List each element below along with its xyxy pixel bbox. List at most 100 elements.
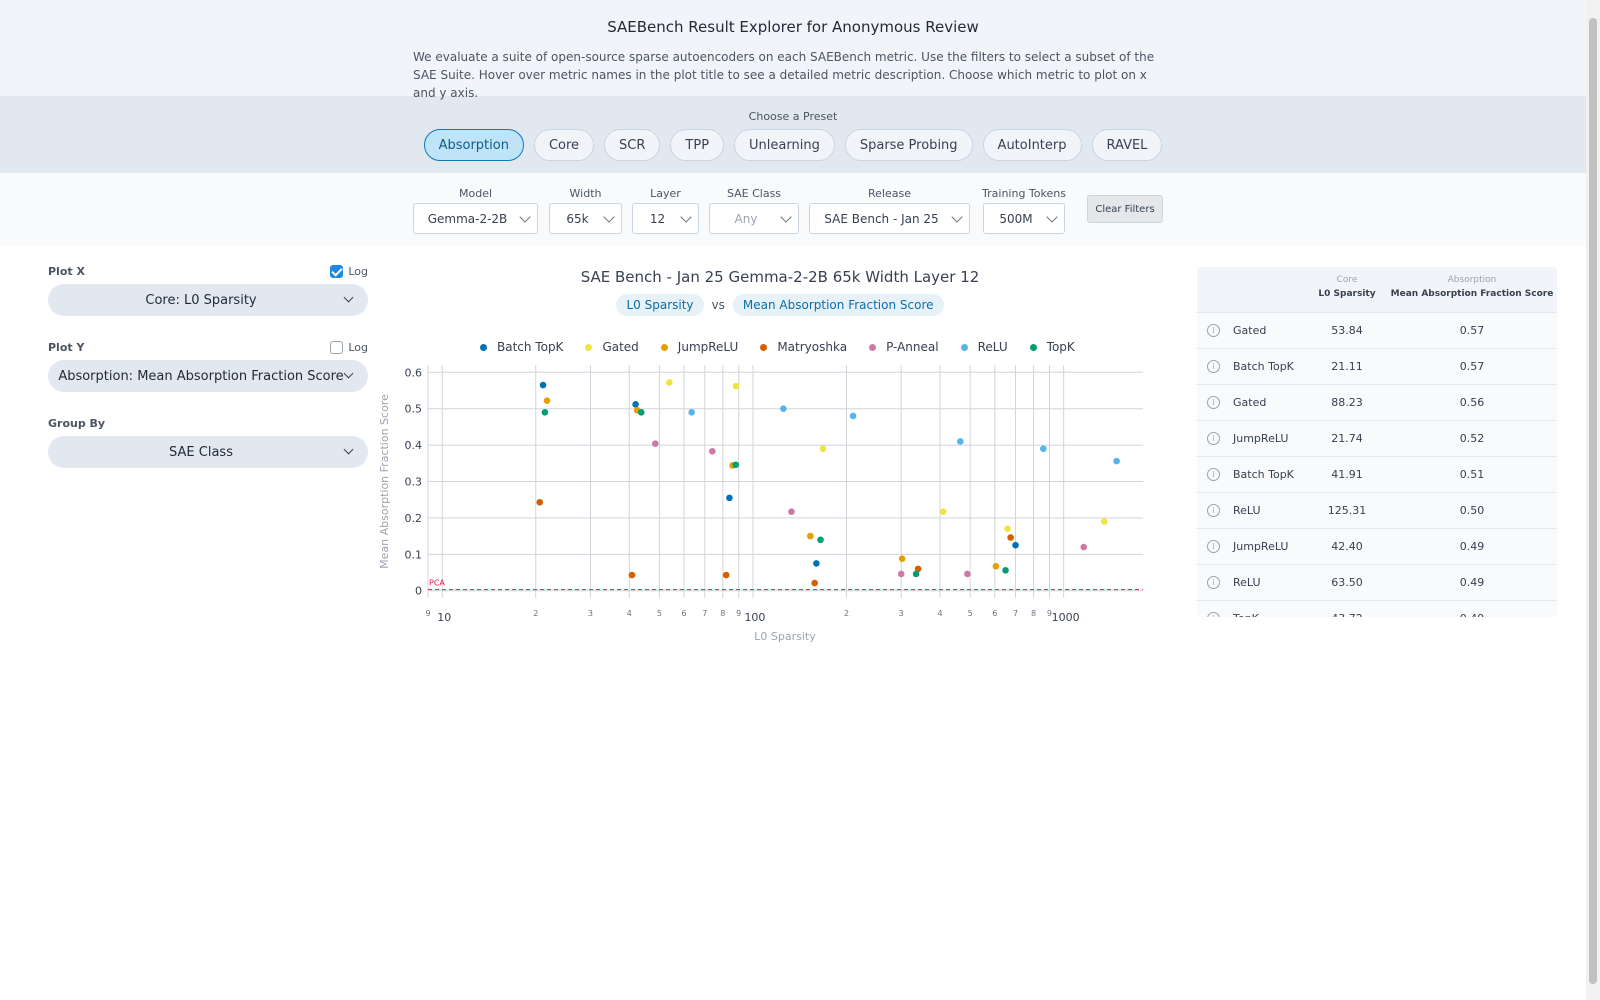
- data-point[interactable]: [811, 579, 818, 587]
- legend-marker: [760, 343, 768, 351]
- preset-unlearning[interactable]: Unlearning: [734, 129, 835, 161]
- data-point[interactable]: [964, 570, 971, 578]
- sae-class-select[interactable]: Any: [709, 203, 799, 234]
- data-point[interactable]: [1002, 567, 1009, 574]
- data-point[interactable]: [1080, 543, 1088, 551]
- group-by-select[interactable]: SAE Class: [48, 436, 368, 468]
- release-select-value: SAE Bench - Jan 25: [824, 211, 939, 226]
- preset-scr[interactable]: SCR: [604, 129, 661, 161]
- data-point[interactable]: [628, 571, 636, 579]
- legend-item[interactable]: Batch TopK: [480, 340, 563, 354]
- preset-autointerp[interactable]: AutoInterp: [982, 129, 1082, 161]
- data-point[interactable]: [732, 461, 739, 469]
- column-header-absorption[interactable]: Absorption Mean Absorption Fraction Scor…: [1387, 273, 1557, 301]
- data-point[interactable]: [957, 438, 964, 445]
- table-row[interactable]: i Gated 53.84 0.57: [1197, 313, 1557, 349]
- preset-tpp[interactable]: TPP: [670, 129, 725, 161]
- y-metric-chip[interactable]: Mean Absorption Fraction Score: [732, 294, 944, 316]
- preset-ravel[interactable]: RAVEL: [1091, 129, 1163, 161]
- data-point[interactable]: [541, 409, 549, 416]
- data-point[interactable]: [1007, 534, 1014, 541]
- data-point[interactable]: [709, 447, 716, 455]
- clear-filters-button[interactable]: Clear Filters: [1087, 195, 1163, 223]
- data-point[interactable]: [722, 571, 730, 579]
- data-point[interactable]: [898, 555, 906, 562]
- data-point[interactable]: [780, 405, 787, 412]
- model-select[interactable]: Gemma-2-2B: [413, 203, 538, 234]
- data-point[interactable]: [1100, 518, 1108, 525]
- table-header: Core L0 Sparsity Absorption Mean Absorpt…: [1197, 267, 1557, 313]
- data-point[interactable]: [543, 397, 551, 404]
- table-row[interactable]: i ReLU 125.31 0.50: [1197, 493, 1557, 529]
- width-select[interactable]: 65k: [549, 203, 622, 234]
- table-row[interactable]: i Gated 88.23 0.56: [1197, 385, 1557, 421]
- data-point[interactable]: [1004, 525, 1011, 533]
- data-point[interactable]: [813, 560, 820, 567]
- legend-item[interactable]: P-Anneal: [869, 340, 939, 354]
- info-icon[interactable]: i: [1207, 360, 1220, 373]
- data-point[interactable]: [912, 570, 920, 578]
- data-point[interactable]: [817, 536, 824, 544]
- info-icon[interactable]: i: [1207, 432, 1220, 445]
- plot-x-select[interactable]: Core: L0 Sparsity: [48, 284, 368, 316]
- plot-y-log-checkbox[interactable]: [330, 340, 344, 354]
- legend-item[interactable]: ReLU: [960, 340, 1008, 354]
- info-icon[interactable]: i: [1207, 612, 1220, 617]
- column-header-l0[interactable]: Core L0 Sparsity: [1307, 273, 1387, 301]
- info-icon[interactable]: i: [1207, 396, 1220, 409]
- legend-item[interactable]: TopK: [1029, 340, 1075, 354]
- x-minor-tick-label: 2: [533, 609, 538, 618]
- layer-select[interactable]: 12: [632, 203, 699, 234]
- info-icon[interactable]: i: [1207, 468, 1220, 481]
- data-point[interactable]: [788, 508, 795, 516]
- info-icon[interactable]: i: [1207, 324, 1220, 337]
- x-minor-tick-label: 3: [899, 609, 904, 618]
- data-point[interactable]: [666, 379, 673, 386]
- data-point[interactable]: [632, 401, 639, 408]
- legend-item[interactable]: Gated: [585, 340, 639, 354]
- table-row[interactable]: i ReLU 63.50 0.49: [1197, 565, 1557, 601]
- data-point[interactable]: [819, 445, 827, 453]
- x-minor-tick-label: 4: [627, 609, 632, 618]
- cell-sae-class: JumpReLU: [1233, 432, 1289, 445]
- plot-x-log-toggle[interactable]: Log: [330, 264, 368, 278]
- data-point[interactable]: [732, 382, 740, 390]
- table-row[interactable]: i JumpReLU 21.74 0.52: [1197, 421, 1557, 457]
- release-select[interactable]: SAE Bench - Jan 25: [809, 203, 970, 234]
- data-point[interactable]: [992, 563, 1000, 570]
- table-row[interactable]: i Batch TopK 21.11 0.57: [1197, 349, 1557, 385]
- table-row[interactable]: i TopK 43.72 0.49: [1197, 601, 1557, 617]
- data-point[interactable]: [637, 409, 645, 416]
- preset-absorption[interactable]: Absorption: [423, 129, 524, 161]
- data-point[interactable]: [1012, 541, 1019, 549]
- page-scrollbar[interactable]: [1586, 0, 1600, 1000]
- scrollbar-thumb[interactable]: [1589, 18, 1597, 984]
- legend-marker: [480, 343, 487, 351]
- data-point[interactable]: [651, 440, 659, 447]
- legend-item[interactable]: Matryoshka: [760, 340, 847, 354]
- training-tokens-select[interactable]: 500M: [983, 203, 1065, 234]
- x-metric-chip[interactable]: L0 Sparsity: [616, 294, 704, 316]
- data-point[interactable]: [536, 498, 544, 506]
- data-point[interactable]: [726, 494, 733, 502]
- plot-x-log-checkbox[interactable]: [330, 264, 344, 278]
- data-point[interactable]: [807, 532, 814, 540]
- cell-absorption: 0.57: [1459, 324, 1485, 337]
- plot-y-select[interactable]: Absorption: Mean Absorption Fraction Sco…: [48, 360, 368, 392]
- data-point[interactable]: [849, 412, 857, 420]
- table-row[interactable]: i Batch TopK 41.91 0.51: [1197, 457, 1557, 493]
- data-point[interactable]: [897, 570, 905, 578]
- preset-sparse-probing[interactable]: Sparse Probing: [844, 129, 973, 161]
- data-point[interactable]: [539, 381, 547, 389]
- data-point[interactable]: [940, 508, 947, 516]
- plot-y-log-toggle[interactable]: Log: [330, 340, 368, 354]
- legend-item[interactable]: JumpReLU: [660, 340, 738, 354]
- info-icon[interactable]: i: [1207, 540, 1220, 553]
- data-point[interactable]: [688, 409, 695, 416]
- table-row[interactable]: i JumpReLU 42.40 0.49: [1197, 529, 1557, 565]
- info-icon[interactable]: i: [1207, 504, 1220, 517]
- data-point[interactable]: [1040, 445, 1047, 453]
- data-point[interactable]: [1113, 457, 1120, 465]
- info-icon[interactable]: i: [1207, 576, 1220, 589]
- preset-core[interactable]: Core: [533, 129, 595, 161]
